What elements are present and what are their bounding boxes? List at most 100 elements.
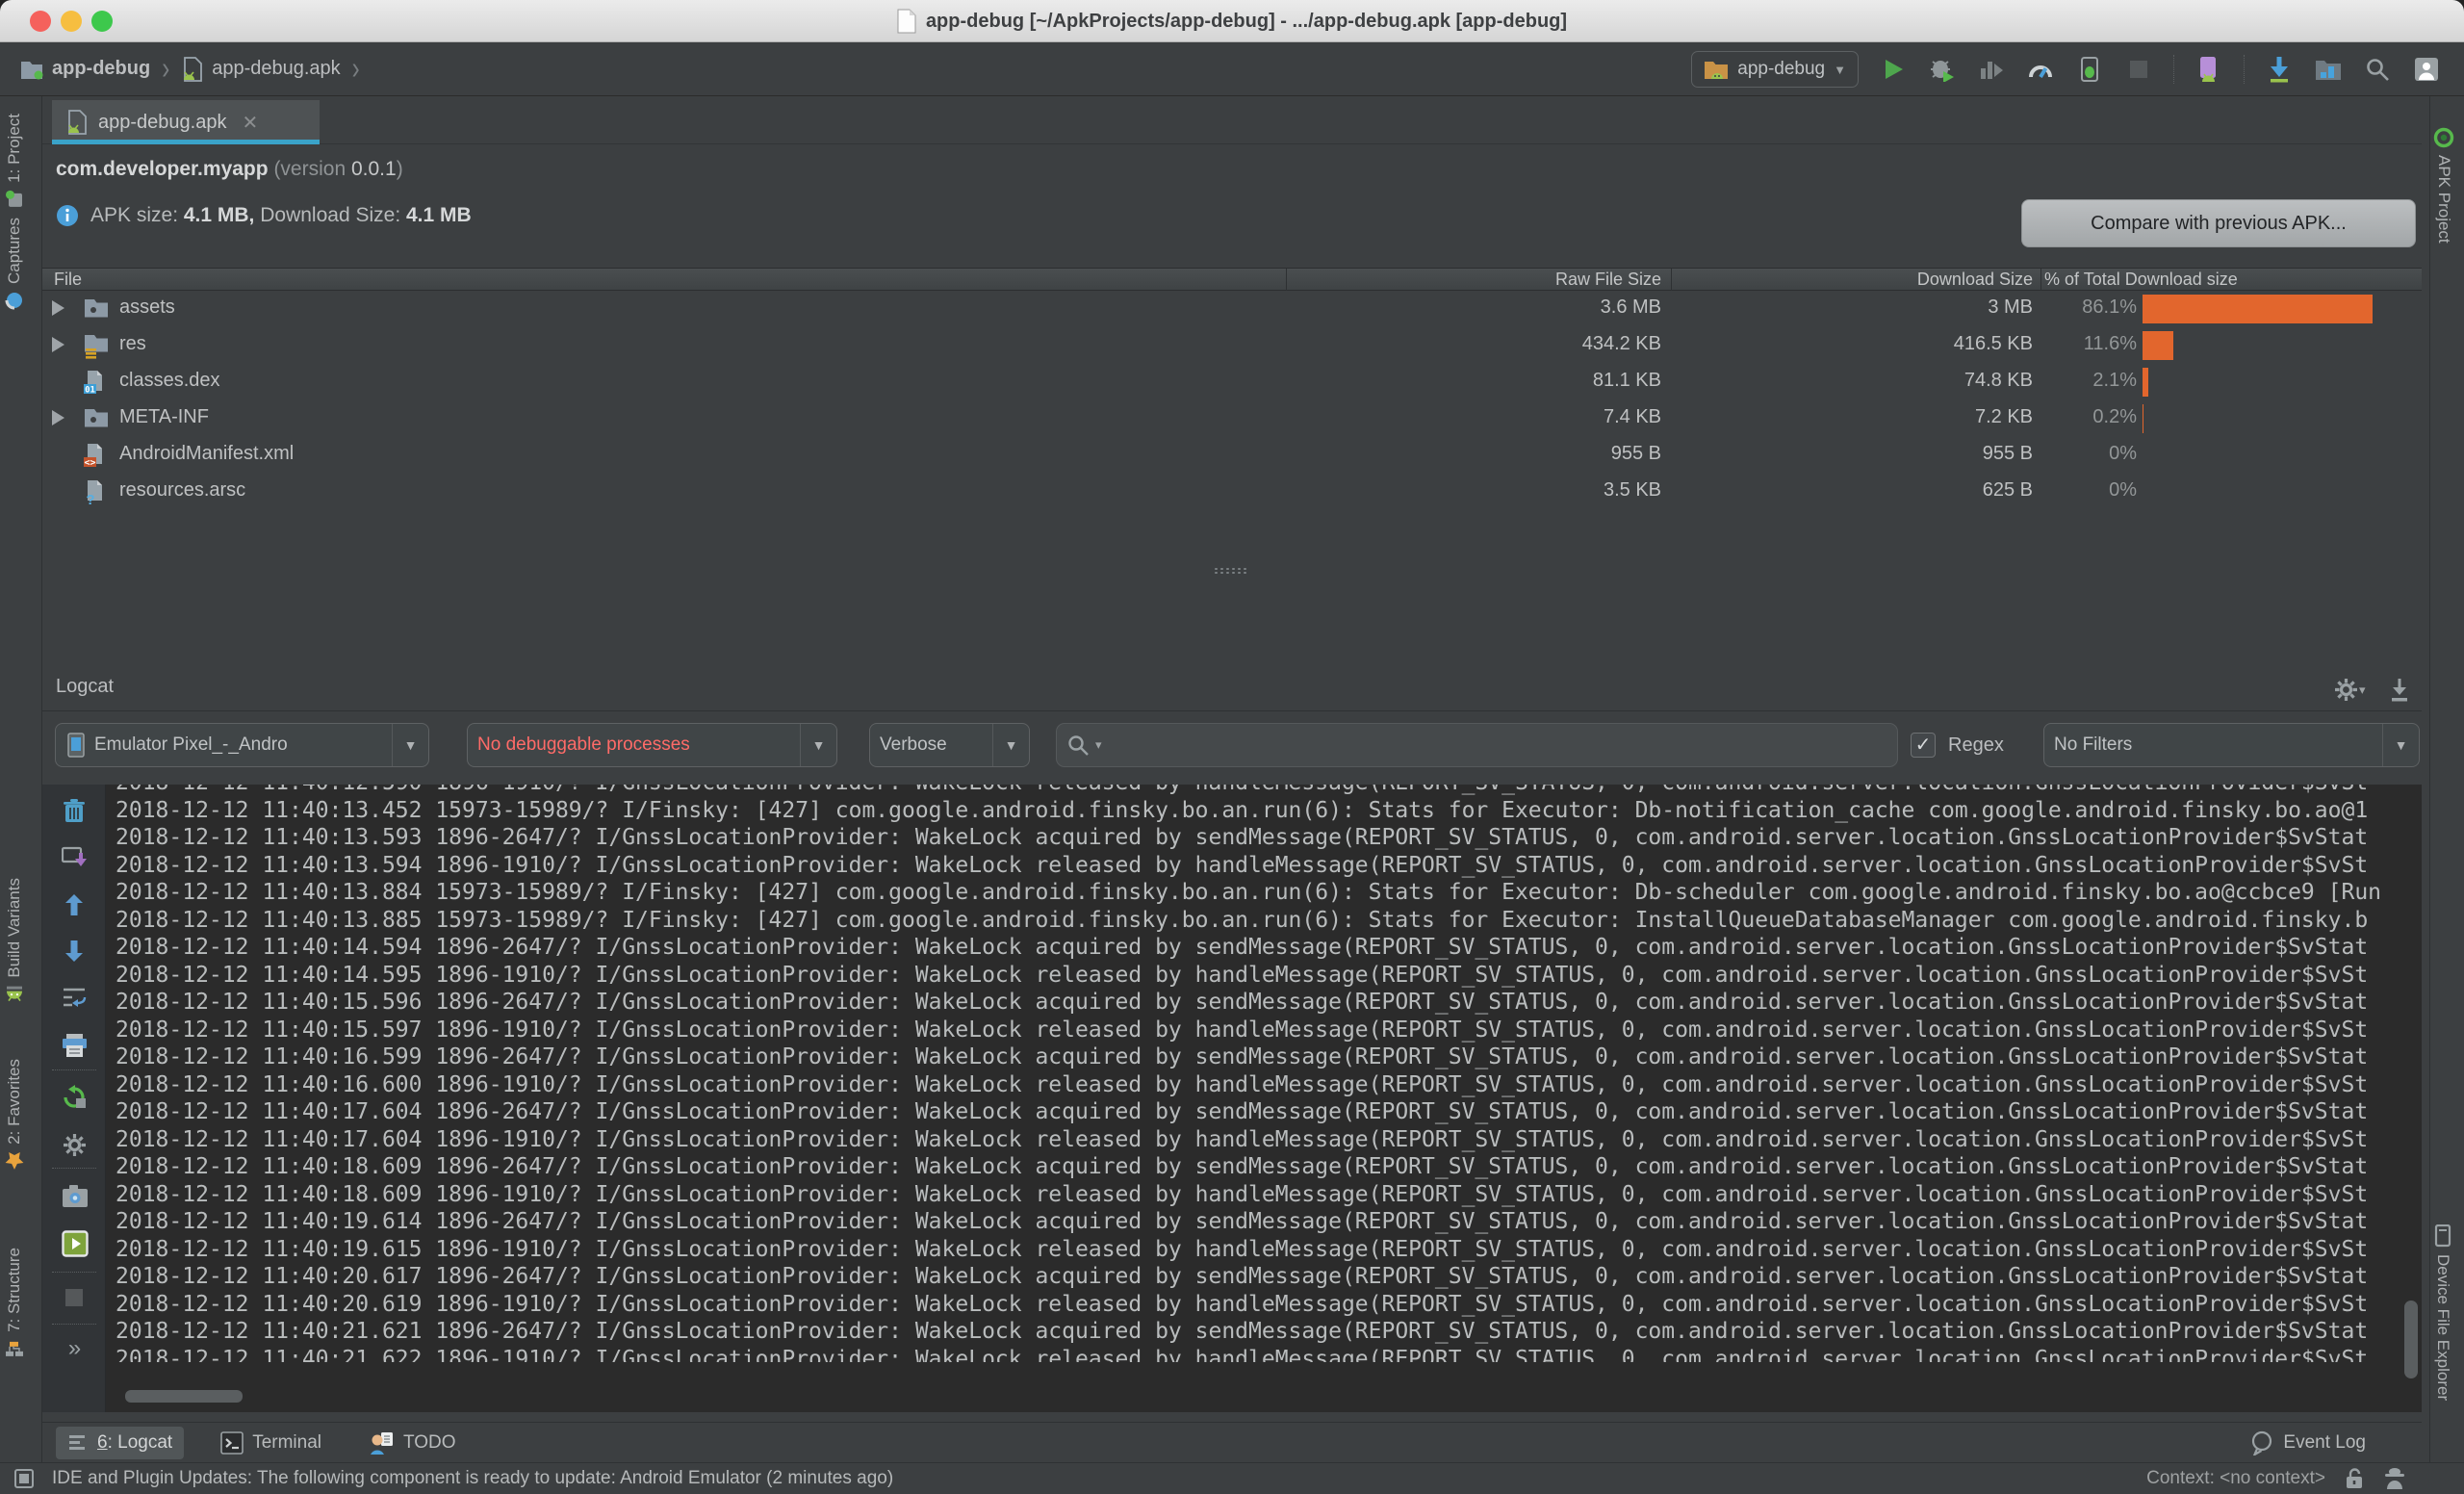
scroll-to-end-icon[interactable] <box>62 845 87 870</box>
stripe-item-device-file-explorer[interactable]: Device File Explorer <box>2433 1224 2452 1401</box>
log-line: 2018-12-12 11:40:14.594 1896-2647/? I/Gn… <box>116 934 2422 962</box>
search-input[interactable] <box>1108 734 1887 756</box>
profiler-icon[interactable] <box>2026 55 2055 84</box>
screen-record-icon[interactable] <box>62 1230 87 1255</box>
log-console[interactable]: 2018-12-12 11:40:12.590 1896-1910/? I/Gn… <box>106 785 2422 1362</box>
more-actions-icon[interactable]: » <box>68 1335 79 1362</box>
horizontal-scrollbar[interactable] <box>125 1390 243 1403</box>
log-line: 2018-12-12 11:40:20.619 1896-1910/? I/Gn… <box>116 1291 2422 1319</box>
process-select[interactable]: No debuggable processes ▼ <box>467 723 837 767</box>
favorites-icon <box>5 1151 24 1171</box>
close-tab-icon[interactable]: ✕ <box>242 111 258 135</box>
expand-arrow-icon[interactable] <box>52 337 64 352</box>
structure-icon <box>5 1339 24 1358</box>
context-widget[interactable]: Context: <no context> <box>2146 1468 2325 1489</box>
toolwindow-tab-6-logcat[interactable]: 6: Logcat <box>56 1427 184 1459</box>
tab-label: app-debug.apk <box>98 112 226 134</box>
settings-gear-icon[interactable] <box>62 1132 87 1157</box>
editor-logcat-splitter[interactable] <box>42 560 2422 582</box>
column-header-percent-total[interactable]: % of Total Download size <box>2044 270 2238 290</box>
log-line: 2018-12-12 11:40:19.614 1896-2647/? I/Gn… <box>116 1208 2422 1236</box>
status-bar: IDE and Plugin Updates: The following co… <box>0 1462 2464 1494</box>
captures-icon <box>5 291 24 310</box>
svg-text:01: 01 <box>85 386 95 396</box>
incognito-icon[interactable] <box>2383 1467 2406 1490</box>
column-header-raw-file-size[interactable]: Raw File Size <box>1555 270 1661 290</box>
export-log-button[interactable] <box>2387 677 2412 703</box>
file-table: assets3.6 MB3 MB86.1%res434.2 KB416.5 KB… <box>42 291 2422 510</box>
compare-with-previous-apk-button[interactable]: Compare with previous APK... <box>2021 199 2416 247</box>
log-line: 2018-12-12 11:40:13.594 1896-1910/? I/Gn… <box>116 852 2422 880</box>
column-header-file[interactable]: File <box>54 270 82 290</box>
stripe-item-1-project[interactable]: 1: Project <box>5 114 24 209</box>
vertical-scrollbar[interactable] <box>2404 1301 2418 1378</box>
profile-icon[interactable] <box>1977 55 2006 84</box>
avd-manager-icon[interactable] <box>2194 55 2223 84</box>
logcat-settings-button[interactable]: ▾ <box>2333 677 2366 703</box>
run-icon[interactable] <box>1879 55 1908 84</box>
down-stack-trace-icon[interactable] <box>62 939 87 964</box>
unlock-icon[interactable] <box>2345 1467 2364 1490</box>
percent-of-total: 0% <box>2109 479 2137 502</box>
package-name: com.developer.myapp <box>56 158 269 180</box>
stripe-item-apk-project[interactable]: APK Project <box>2433 127 2454 244</box>
restart-icon[interactable] <box>62 1084 87 1109</box>
table-row-assets[interactable]: assets3.6 MB3 MB86.1% <box>42 291 2422 327</box>
stripe-item-2-favorites[interactable]: 2: Favorites <box>5 1059 24 1171</box>
percent-of-total: 0% <box>2109 443 2137 465</box>
stop-disabled-icon[interactable] <box>62 1285 87 1310</box>
apk-size-line: APK size: 4.1 MB, Download Size: 4.1 MB <box>56 204 472 227</box>
stripe-item-7-structure[interactable]: 7: Structure <box>5 1248 24 1358</box>
table-row-res[interactable]: res434.2 KB416.5 KB11.6% <box>42 327 2422 364</box>
attach-debugger-icon[interactable] <box>2075 55 2104 84</box>
download-size-value: 4.1 MB <box>406 204 472 226</box>
expand-arrow-icon[interactable] <box>52 410 64 425</box>
run-configuration-select[interactable]: app-debug ▼ <box>1691 51 1859 88</box>
download-size: 416.5 KB <box>1954 333 2033 355</box>
toolwindow-tab-terminal[interactable]: Terminal <box>209 1427 333 1459</box>
stop-icon[interactable] <box>2124 55 2153 84</box>
avatar-icon[interactable] <box>2412 55 2441 84</box>
notification-icon[interactable] <box>13 1468 35 1489</box>
chevron-down-icon: ▼ <box>392 724 428 766</box>
manifest-file-icon: <> <box>83 442 108 469</box>
clear-logcat-icon[interactable] <box>62 798 87 823</box>
folder-icon <box>83 296 110 321</box>
screenshot-camera-icon[interactable] <box>62 1183 87 1208</box>
search-everywhere-icon[interactable] <box>2363 55 2392 84</box>
toolwindow-tab-label: TODO <box>403 1432 456 1454</box>
expand-arrow-icon[interactable] <box>52 300 64 316</box>
logcat-search-field[interactable]: ▾ <box>1056 723 1898 767</box>
filters-value: No Filters <box>2044 734 2382 756</box>
table-row-AndroidManifest.xml[interactable]: <>AndroidManifest.xml955 B955 B0% <box>42 437 2422 474</box>
toolwindow-tab-todo[interactable]: TODO <box>358 1427 468 1459</box>
package-name-line: com.developer.myapp (version 0.0.1) <box>56 158 403 181</box>
sdk-manager-icon[interactable] <box>2265 55 2294 84</box>
print-icon[interactable] <box>62 1033 87 1058</box>
device-explorer-icon <box>2433 1224 2452 1248</box>
column-header-download-size[interactable]: Download Size <box>1917 270 2033 290</box>
breadcrumb-item-app-debug[interactable]: app-debug <box>19 58 150 81</box>
log-level-select[interactable]: Verbose ▼ <box>869 723 1030 767</box>
soft-wraps-icon[interactable] <box>62 986 87 1011</box>
device-select[interactable]: Emulator Pixel_-_Andro ▼ <box>55 723 429 767</box>
table-row-resources.arsc[interactable]: ?resources.arsc3.5 KB625 B0% <box>42 474 2422 510</box>
column-divider <box>1286 269 1287 291</box>
process-select-value: No debuggable processes <box>468 734 800 756</box>
up-stack-trace-icon[interactable] <box>62 892 87 917</box>
gear-icon <box>2333 677 2359 703</box>
filters-select[interactable]: No Filters ▼ <box>2043 723 2420 767</box>
stripe-item-build-variants[interactable]: Build Variants <box>5 878 24 1004</box>
log-line: 2018-12-12 11:40:13.452 15973-15989/? I/… <box>116 797 2422 825</box>
breadcrumb-item-app-debug.apk[interactable]: app-debug.apk <box>181 57 340 82</box>
gutter-separator <box>52 1272 96 1273</box>
tab-app-debug-apk[interactable]: app-debug.apk ✕ <box>52 100 320 144</box>
debug-icon[interactable] <box>1928 55 1957 84</box>
table-row-META-INF[interactable]: META-INF7.4 KB7.2 KB0.2% <box>42 400 2422 437</box>
project-structure-icon[interactable] <box>2314 55 2343 84</box>
stripe-item-captures[interactable]: Captures <box>5 218 24 310</box>
stripe-label: 2: Favorites <box>5 1059 24 1145</box>
event-log-button[interactable]: Event Log <box>2249 1423 2366 1463</box>
regex-checkbox[interactable]: ✓ <box>1911 733 1936 758</box>
table-row-classes.dex[interactable]: 01classes.dex81.1 KB74.8 KB2.1% <box>42 364 2422 400</box>
